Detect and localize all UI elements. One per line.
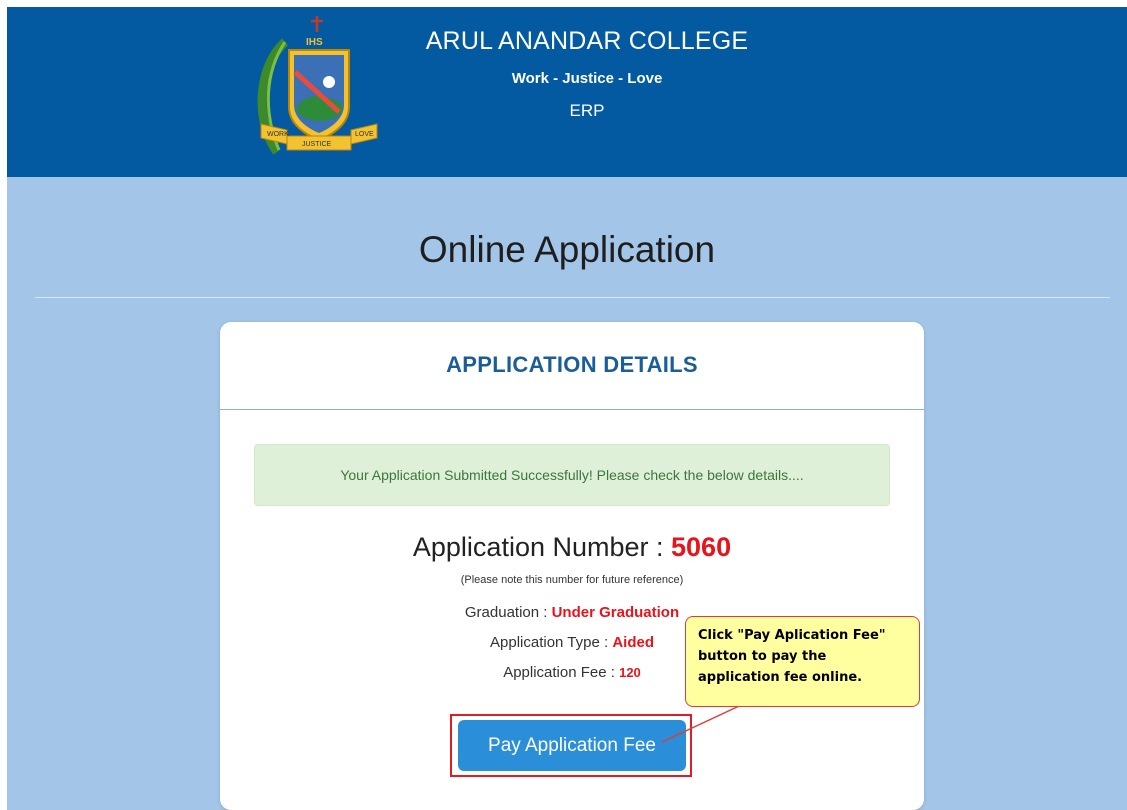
system-name: ERP	[569, 101, 605, 120]
application-number-label: Application Number :	[412, 532, 672, 562]
pay-application-fee-button[interactable]: Pay Application Fee	[458, 720, 686, 771]
logo-monogram: IHS	[306, 37, 323, 48]
reference-note: (Please note this number for future refe…	[460, 574, 684, 586]
callout-line-1: Click "Pay Aplication Fee"	[698, 628, 886, 643]
logo-ribbon-left: WORK	[267, 131, 289, 138]
header-banner: WORK JUSTICE LOVE IHS ARUL ANANDAR COLLE…	[7, 7, 1127, 177]
card-divider	[220, 409, 924, 410]
title-divider	[35, 297, 1110, 298]
graduation-value: Under Graduation	[551, 604, 680, 621]
success-alert: Your Application Submitted Successfully!…	[254, 444, 890, 506]
brand-block: ARUL ANANDAR COLLEGE Work - Justice - Lo…	[417, 27, 757, 121]
application-fee-value: 120	[619, 665, 641, 680]
application-type-label: Application Type :	[490, 634, 613, 651]
application-type-value: Aided	[612, 634, 654, 651]
application-number-value: 5060	[671, 532, 732, 562]
page: WORK JUSTICE LOVE IHS ARUL ANANDAR COLLE…	[7, 7, 1127, 810]
application-fee-label: Application Fee :	[503, 664, 620, 681]
instruction-callout: Click "Pay Aplication Fee" button to pay…	[685, 616, 920, 707]
application-number-line: Application Number : 5060	[220, 532, 924, 563]
callout-line-2: button to pay the	[698, 649, 827, 664]
college-name: ARUL ANANDAR COLLEGE	[425, 27, 749, 55]
logo-ribbon-right: LOVE	[355, 131, 374, 138]
college-motto: Work - Justice - Love	[511, 70, 663, 87]
page-title: Online Application	[418, 229, 716, 270]
card-title: APPLICATION DETAILS	[446, 352, 698, 377]
graduation-label: Graduation :	[464, 604, 552, 621]
callout-line-3: application fee online.	[698, 670, 863, 685]
logo-ribbon-center: JUSTICE	[302, 141, 332, 148]
college-logo: WORK JUSTICE LOVE IHS	[257, 16, 378, 155]
application-details-card: APPLICATION DETAILS Your Application Sub…	[220, 322, 924, 810]
